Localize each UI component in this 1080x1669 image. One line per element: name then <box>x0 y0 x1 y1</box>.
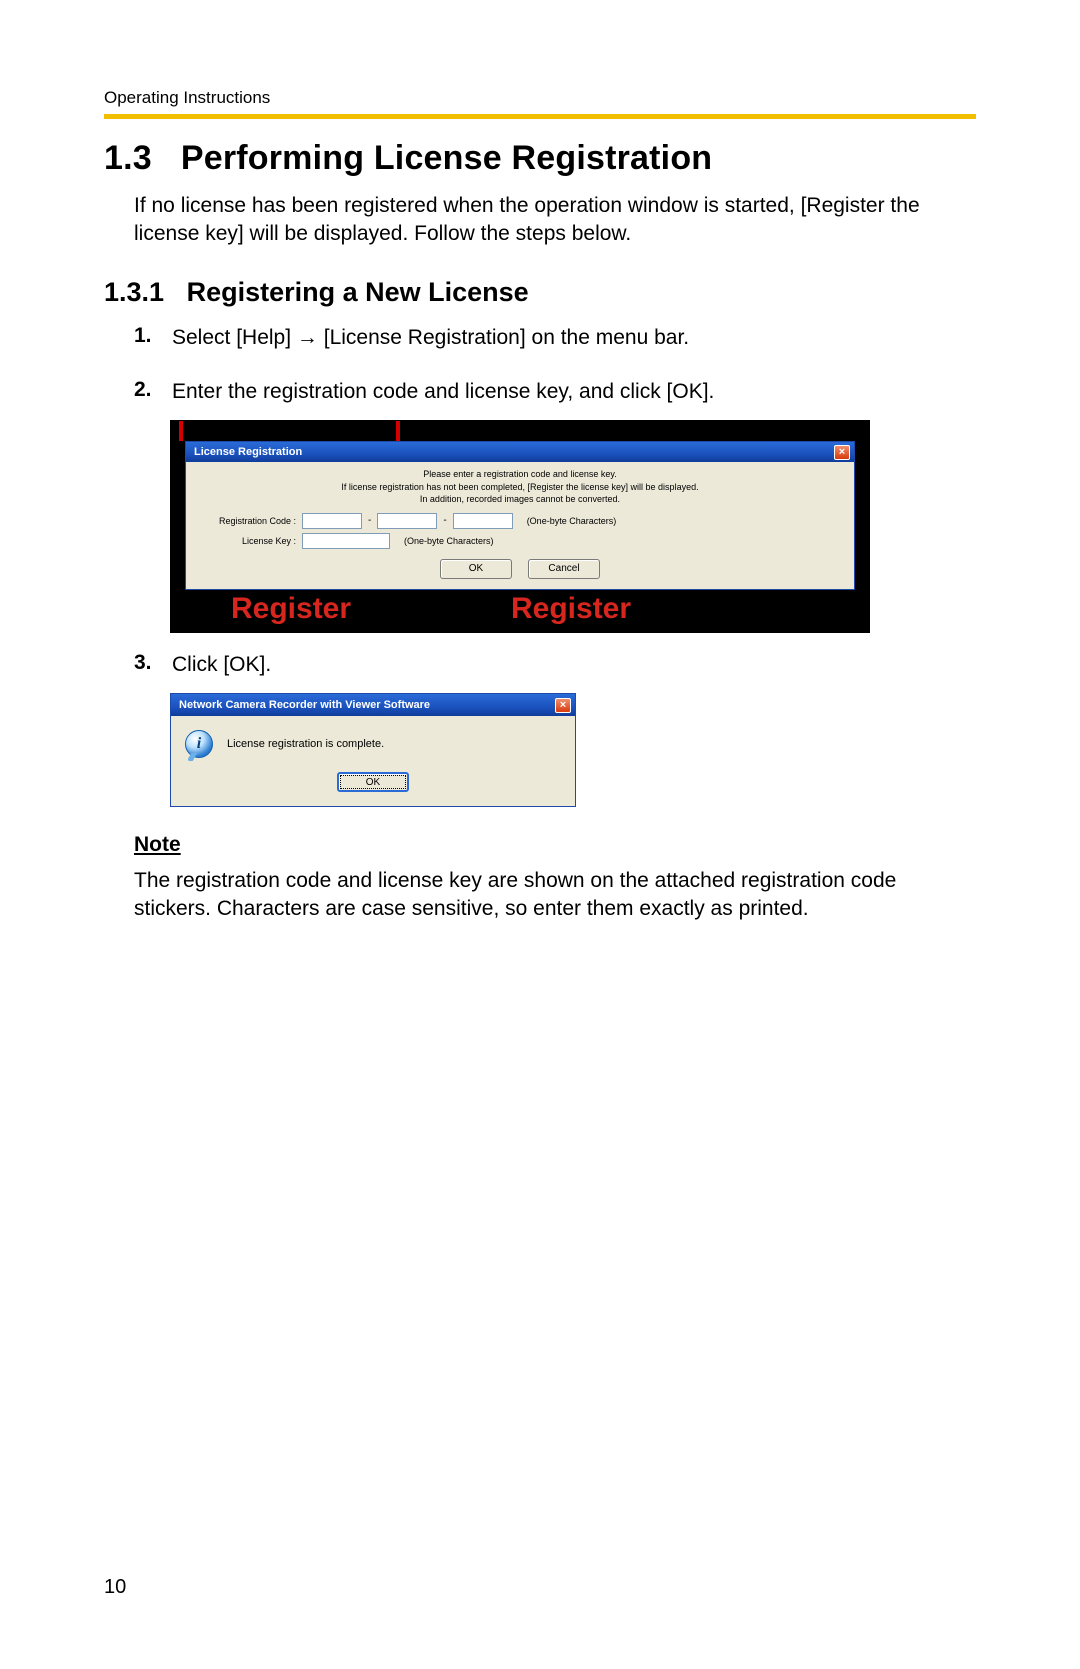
app-red-accent <box>396 421 400 441</box>
dialog-title: License Registration <box>194 446 302 458</box>
onebyte-hint: (One-byte Characters) <box>527 516 617 526</box>
license-key-row: License Key : (One-byte Characters) <box>196 533 844 549</box>
dialog-titlebar[interactable]: Network Camera Recorder with Viewer Soft… <box>171 694 575 716</box>
license-key-input[interactable] <box>302 533 390 549</box>
subsection-number: 1.3.1 <box>104 277 164 307</box>
step-2: 2. Enter the registration code and licen… <box>134 378 976 406</box>
step-3: 3. Click [OK]. <box>134 651 976 679</box>
page-number: 10 <box>104 1576 126 1599</box>
section-heading: 1.3 Performing License Registration <box>104 139 976 178</box>
license-key-label: License Key : <box>196 536 296 546</box>
dialog-title: Network Camera Recorder with Viewer Soft… <box>179 699 430 711</box>
step-number: 3. <box>134 651 160 679</box>
step-text: Select [Help] → [License Registration] o… <box>172 324 689 352</box>
dialog-titlebar[interactable]: License Registration × <box>186 442 854 462</box>
cancel-button[interactable]: Cancel <box>528 559 600 579</box>
step-text: Enter the registration code and license … <box>172 378 714 406</box>
registration-code-label: Registration Code : <box>196 516 296 526</box>
onebyte-hint: (One-byte Characters) <box>404 536 494 546</box>
section-number: 1.3 <box>104 139 152 177</box>
info-icon: i <box>185 730 213 758</box>
message-text: License registration is complete. <box>227 738 384 750</box>
step-text: Click [OK]. <box>172 651 271 679</box>
note-body: The registration code and license key ar… <box>134 867 976 924</box>
register-overlay-text: Register <box>511 592 631 626</box>
info-message-box: Network Camera Recorder with Viewer Soft… <box>170 693 576 807</box>
ok-button[interactable]: OK <box>440 559 512 579</box>
running-header: Operating Instructions <box>104 88 976 108</box>
close-icon[interactable]: × <box>834 445 850 460</box>
figure-confirmation-dialog: Network Camera Recorder with Viewer Soft… <box>170 693 976 807</box>
section-title: Performing License Registration <box>181 139 712 177</box>
app-window-bg: License Registration × Please enter a re… <box>170 420 870 632</box>
dialog-button-row: OK Cancel <box>196 559 844 579</box>
note-heading: Note <box>134 833 976 857</box>
section-intro: If no license has been registered when t… <box>134 192 976 249</box>
subsection-title: Registering a New License <box>187 277 529 307</box>
registration-code-row: Registration Code : - - (One-byte Charac… <box>196 513 844 529</box>
manual-page: Operating Instructions 1.3 Performing Li… <box>0 0 1080 1669</box>
step-number: 1. <box>134 324 160 352</box>
dialog-hint: Please enter a registration code and lic… <box>196 468 844 504</box>
app-red-accent <box>179 421 183 441</box>
step-number: 2. <box>134 378 160 406</box>
close-icon[interactable]: × <box>555 698 571 713</box>
subsection-heading: 1.3.1 Registering a New License <box>104 277 976 308</box>
ordered-steps: 1. Select [Help] → [License Registration… <box>134 324 976 807</box>
registration-code-input-3[interactable] <box>453 513 513 529</box>
figure-license-dialog: License Registration × Please enter a re… <box>170 420 976 632</box>
arrow-icon: → <box>297 326 318 349</box>
registration-code-input-1[interactable] <box>302 513 362 529</box>
step-1: 1. Select [Help] → [License Registration… <box>134 324 976 352</box>
registration-code-input-2[interactable] <box>377 513 437 529</box>
ok-button[interactable]: OK <box>337 772 409 792</box>
license-registration-dialog: License Registration × Please enter a re… <box>185 441 855 589</box>
header-rule <box>104 114 976 119</box>
register-overlay-text: Register <box>231 592 351 626</box>
